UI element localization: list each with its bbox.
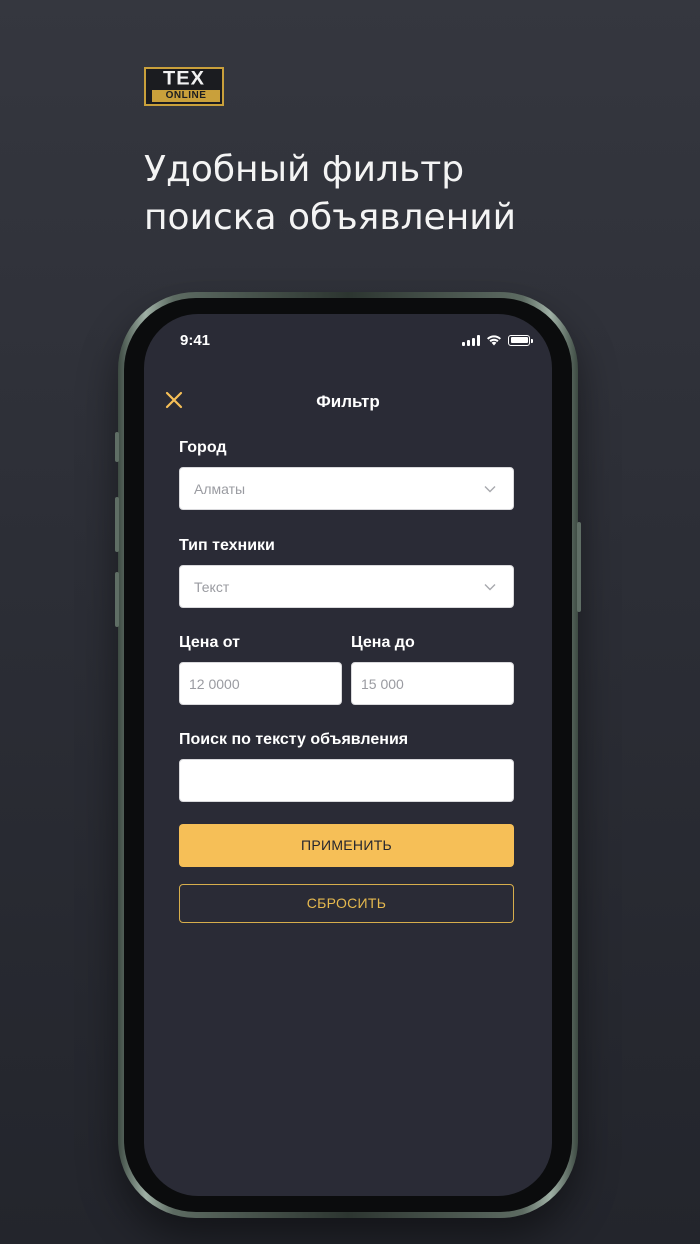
type-select[interactable]: Текст [179, 565, 514, 608]
logo-bottom-text: ONLINE [152, 90, 220, 102]
city-select-value: Алматы [194, 480, 246, 497]
signal-icon [462, 334, 480, 346]
page-title: Фильтр [316, 392, 380, 411]
filter-form: Город Алматы Тип техники Текст Цена от 1… [179, 438, 514, 923]
price-from-input[interactable]: 12 0000 [179, 662, 342, 705]
headline-line-2: поиска объявлений [144, 197, 517, 238]
price-to-label: Цена до [351, 634, 415, 651]
price-row: Цена от 12 0000 Цена до 15 000 [179, 633, 514, 705]
phone-volume-down [115, 572, 119, 627]
tex-online-logo: TEX ONLINE [144, 67, 224, 106]
type-label: Тип техники [179, 537, 275, 554]
price-to-input[interactable]: 15 000 [351, 662, 514, 705]
price-to-value: 15 000 [361, 675, 404, 692]
chevron-down-icon [484, 486, 496, 493]
price-from-label: Цена от [179, 634, 240, 651]
promo-headline: Удобный фильтр поиска объявлений [144, 146, 664, 242]
phone-volume-up [115, 497, 119, 552]
phone-frame: 9:41 Фильтр Город Алматы Тип техники Тек… [115, 292, 581, 1218]
phone-silent-switch [115, 432, 119, 462]
price-from-value: 12 0000 [189, 675, 240, 692]
city-label: Город [179, 439, 227, 456]
price-from-group: Цена от 12 0000 [179, 633, 342, 705]
search-text-label: Поиск по тексту объявления [179, 731, 409, 748]
status-bar: 9:41 [144, 314, 552, 364]
price-to-group: Цена до 15 000 [351, 633, 514, 705]
phone-power-button [577, 522, 581, 612]
chevron-down-icon [484, 584, 496, 591]
battery-icon [508, 334, 533, 346]
phone-screen: 9:41 Фильтр Город Алматы Тип техники Тек… [144, 314, 552, 1196]
nav-bar: Фильтр [144, 384, 552, 418]
headline-line-1: Удобный фильтр [144, 149, 465, 190]
city-select[interactable]: Алматы [179, 467, 514, 510]
apply-button[interactable]: ПРИМЕНИТЬ [179, 824, 514, 867]
status-icons [462, 334, 533, 346]
wifi-icon [487, 335, 501, 346]
reset-button[interactable]: СБРОСИТЬ [179, 884, 514, 923]
search-text-input[interactable] [179, 759, 514, 802]
status-time: 9:41 [180, 332, 211, 349]
logo-top-text: TEX [163, 68, 205, 90]
type-select-value: Текст [194, 578, 230, 595]
